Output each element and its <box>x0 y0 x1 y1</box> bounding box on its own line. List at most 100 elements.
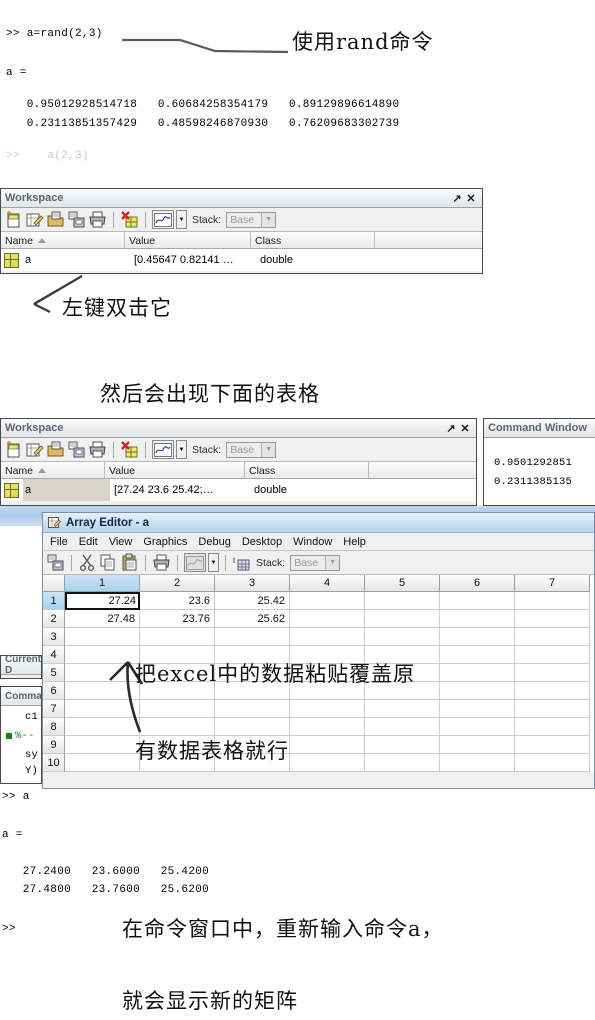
grid-cell[interactable] <box>440 718 515 736</box>
menu-help[interactable]: Help <box>343 536 366 548</box>
grid-cell[interactable] <box>515 700 590 718</box>
grid-row-header[interactable]: 4 <box>43 646 65 664</box>
menu-file[interactable]: File <box>50 536 68 548</box>
grid-row-header[interactable]: 9 <box>43 736 65 754</box>
grid-cell[interactable] <box>515 646 590 664</box>
grid-cell[interactable] <box>440 610 515 628</box>
chevron-down-icon[interactable]: ▼ <box>325 555 340 570</box>
grid-cell[interactable] <box>290 754 365 772</box>
delete-variable-icon[interactable] <box>120 440 139 459</box>
chevron-down-icon[interactable]: ▼ <box>261 442 276 457</box>
import-data-icon[interactable] <box>46 440 65 459</box>
new-variable-icon[interactable] <box>4 440 23 459</box>
copy-icon[interactable] <box>99 553 118 572</box>
close-icon[interactable]: ✕ <box>458 421 472 435</box>
grid-cell[interactable] <box>290 610 365 628</box>
plot-dropdown-icon[interactable]: ▼ <box>208 553 219 572</box>
grid-cell[interactable] <box>440 592 515 610</box>
grid-cell[interactable] <box>290 736 365 754</box>
grid-row-header[interactable]: 5 <box>43 664 65 682</box>
grid-cell[interactable] <box>215 718 290 736</box>
table-row[interactable]: a [0.45647 0.82141 … double <box>1 249 482 271</box>
column-header-value[interactable]: Value <box>125 232 251 248</box>
grid-column-header[interactable]: 4 <box>290 575 365 592</box>
grid-cell[interactable]: 23.76 <box>140 610 215 628</box>
grid-cell[interactable] <box>365 610 440 628</box>
grid-cell[interactable] <box>440 628 515 646</box>
grid-cell[interactable] <box>215 628 290 646</box>
column-header-value[interactable]: Value <box>105 462 245 478</box>
menu-debug[interactable]: Debug <box>198 536 230 548</box>
grid-cell[interactable] <box>440 664 515 682</box>
grid-cell[interactable] <box>440 646 515 664</box>
grid-cell[interactable] <box>365 592 440 610</box>
grid-row-header[interactable]: 1 <box>43 592 65 610</box>
grid-cell[interactable] <box>515 592 590 610</box>
grid-column-header[interactable]: 5 <box>365 575 440 592</box>
undock-button[interactable]: ↗ <box>450 191 464 205</box>
menu-graphics[interactable]: Graphics <box>143 536 187 548</box>
save-workspace-icon[interactable] <box>67 210 86 229</box>
grid-cell[interactable] <box>515 754 590 772</box>
table-row[interactable]: a [27.24 23.6 25.42;… double <box>1 479 476 501</box>
column-header-class[interactable]: Class <box>251 232 375 248</box>
menu-edit[interactable]: Edit <box>79 536 98 548</box>
grid-row-header[interactable]: 2 <box>43 610 65 628</box>
print-icon[interactable] <box>88 440 107 459</box>
save-icon[interactable] <box>46 553 65 572</box>
grid-cell[interactable] <box>365 628 440 646</box>
grid-cell[interactable] <box>515 610 590 628</box>
grid-row-header[interactable]: 10 <box>43 754 65 772</box>
open-variable-icon[interactable] <box>25 440 44 459</box>
plot-dropdown-icon[interactable]: ▼ <box>176 210 187 229</box>
save-workspace-icon[interactable] <box>67 440 86 459</box>
grid-column-header[interactable]: 6 <box>440 575 515 592</box>
column-header-class[interactable]: Class <box>245 462 369 478</box>
grid-cell[interactable] <box>515 628 590 646</box>
grid-corner-cell[interactable] <box>43 575 65 592</box>
print-icon[interactable] <box>88 210 107 229</box>
grid-cell[interactable] <box>365 736 440 754</box>
grid-column-header[interactable]: 7 <box>515 575 590 592</box>
grid-cell[interactable] <box>515 718 590 736</box>
grid-row-header[interactable]: 8 <box>43 718 65 736</box>
undock-button[interactable]: ↗ <box>444 421 458 435</box>
grid-cell[interactable] <box>290 718 365 736</box>
chevron-down-icon[interactable]: ▼ <box>261 212 276 227</box>
plot-icon[interactable] <box>152 210 174 229</box>
grid-row-header[interactable]: 6 <box>43 682 65 700</box>
plot-icon[interactable] <box>152 440 174 459</box>
grid-cell[interactable] <box>65 736 140 754</box>
stack-select[interactable]: Base ▼ <box>290 554 341 571</box>
menu-desktop[interactable]: Desktop <box>242 536 282 548</box>
grid-cell[interactable]: 25.42 <box>215 592 290 610</box>
grid-cell[interactable] <box>290 592 365 610</box>
grid-column-header[interactable]: 1 <box>65 575 140 592</box>
import-data-icon[interactable] <box>46 210 65 229</box>
grid-cell[interactable]: 25.62 <box>215 610 290 628</box>
grid-cell[interactable] <box>440 682 515 700</box>
open-variable-icon[interactable] <box>25 210 44 229</box>
paste-icon[interactable] <box>120 553 139 572</box>
menu-view[interactable]: View <box>109 536 133 548</box>
grid-cell[interactable] <box>215 700 290 718</box>
column-header-name[interactable]: Name <box>1 462 105 478</box>
grid-cell[interactable]: 23.6 <box>140 592 215 610</box>
grid-cell[interactable] <box>515 736 590 754</box>
plot-dropdown-icon[interactable]: ▼ <box>176 440 187 459</box>
column-header-name[interactable]: Name <box>1 232 125 248</box>
stack-select[interactable]: Base ▼ <box>226 211 277 228</box>
grid-cell[interactable] <box>365 754 440 772</box>
grid-cell[interactable] <box>515 664 590 682</box>
grid-column-header[interactable]: 2 <box>140 575 215 592</box>
delete-variable-icon[interactable] <box>120 210 139 229</box>
close-icon[interactable]: ✕ <box>464 191 478 205</box>
grid-cell[interactable] <box>65 754 140 772</box>
grid-column-header[interactable]: 3 <box>215 575 290 592</box>
transpose-icon[interactable]: t <box>232 553 251 572</box>
grid-cell[interactable] <box>440 754 515 772</box>
print-icon[interactable] <box>152 553 171 572</box>
grid-cell[interactable] <box>290 700 365 718</box>
grid-cell[interactable] <box>440 736 515 754</box>
menu-window[interactable]: Window <box>293 536 332 548</box>
